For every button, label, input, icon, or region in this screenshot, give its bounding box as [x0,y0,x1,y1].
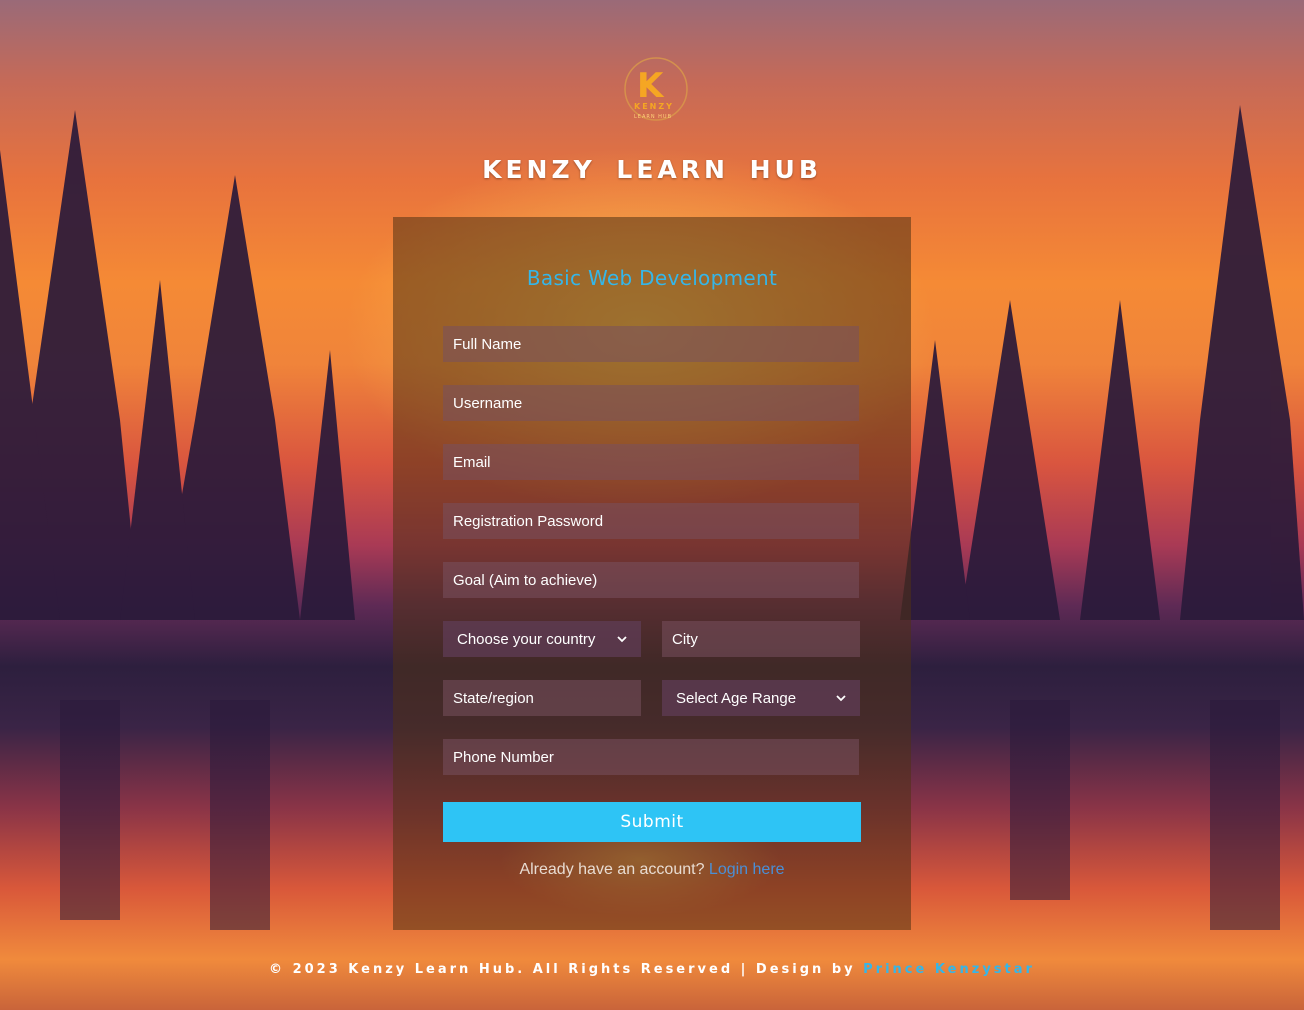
phone-input[interactable] [443,739,859,775]
age-range-select[interactable]: Select Age Range [662,680,860,716]
full-name-input[interactable] [443,326,859,362]
copyright-text: © 2023 Kenzy Learn Hub. All Rights Reser… [269,962,856,977]
city-input[interactable] [662,621,860,657]
state-input[interactable] [443,680,641,716]
login-link[interactable]: Login here [709,861,785,878]
logo-initial: K [637,66,665,106]
form-heading: Basic Web Development [526,266,778,290]
already-text: Already have an account? [519,861,705,878]
login-prompt: Already have an account? Login here [0,861,1304,879]
email-input[interactable] [443,444,859,480]
password-input[interactable] [443,503,859,539]
logo-word: KENZY [634,102,674,111]
kenzy-logo: K KENZY LEARN HUB [624,57,688,121]
country-select[interactable]: Choose your country [443,621,641,657]
goal-input[interactable] [443,562,859,598]
chevron-down-icon [617,636,627,643]
chevron-down-icon [836,695,846,702]
site-title: KENZY LEARN HUB [482,155,822,184]
username-input[interactable] [443,385,859,421]
designer-link[interactable]: Prince Kenzystar [863,962,1035,977]
age-select-label: Select Age Range [676,689,797,707]
submit-button[interactable]: Submit [443,802,861,842]
country-select-label: Choose your country [457,630,596,648]
logo-sub: LEARN HUB [634,114,672,120]
footer: © 2023 Kenzy Learn Hub. All Rights Reser… [0,962,1304,977]
